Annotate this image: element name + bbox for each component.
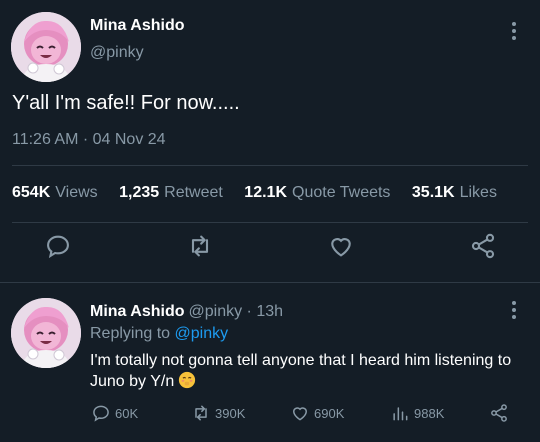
reply-action-reply[interactable]: 60K — [91, 402, 138, 424]
like-icon — [292, 407, 308, 421]
stat-likes[interactable]: 35.1K Likes — [412, 184, 497, 202]
reply-header: Mina Ashido @pinky · 13h — [90, 303, 283, 321]
retweet-icon[interactable] — [186, 232, 214, 260]
author-name[interactable]: Mina Ashido — [90, 17, 185, 35]
stat-retweets[interactable]: 1,235 Retweet — [119, 184, 223, 202]
avatar-image — [11, 298, 81, 368]
author-handle[interactable]: @pinky — [90, 44, 144, 62]
reply-text: I'm totally not gonna tell anyone that I… — [90, 352, 512, 390]
divider — [12, 165, 528, 166]
avatar[interactable] — [11, 12, 81, 82]
tweet-timestamp[interactable]: 11:26 AM · 04 Nov 24 — [12, 131, 166, 149]
share-icon[interactable] — [469, 232, 497, 260]
reply-action-retweet[interactable]: 390K — [191, 402, 245, 424]
reply-action-views[interactable]: 988K — [390, 402, 444, 424]
reply-avatar[interactable] — [11, 298, 81, 368]
stat-quote-tweets[interactable]: 12.1K Quote Tweets — [244, 184, 390, 202]
reply-action-share[interactable] — [489, 402, 513, 424]
tweet-stats: 654K Views 1,235 Retweet 12.1K Quote Tweets… — [12, 184, 514, 202]
tweet-actions — [0, 232, 540, 268]
avatar-image — [11, 12, 81, 82]
retweet-icon — [195, 405, 207, 421]
reply-icon[interactable] — [44, 232, 72, 260]
stat-views[interactable]: 654K Views — [12, 184, 98, 202]
more-options-icon[interactable] — [506, 22, 522, 44]
reply-handle-time[interactable]: @pinky · 13h — [189, 303, 284, 320]
divider — [12, 222, 528, 223]
reply-action-like[interactable]: 690K — [290, 402, 344, 424]
share-icon — [491, 404, 507, 422]
views-icon — [393, 407, 408, 421]
more-options-icon[interactable] — [506, 301, 522, 323]
reply-author-name[interactable]: Mina Ashido — [90, 303, 185, 320]
divider — [0, 282, 540, 283]
reply-icon — [93, 405, 109, 422]
reply-actions: 60K 390K 690K 988K — [0, 402, 540, 426]
replying-to-mention[interactable]: @pinky — [175, 325, 229, 342]
like-icon[interactable] — [327, 232, 355, 260]
replying-to: Replying to @pinky — [90, 325, 229, 342]
main-tweet: Mina Ashido @pinky Y'all I'm safe!! For … — [0, 0, 540, 282]
blushing-giggle-emoji — [178, 371, 196, 389]
tweet-text: Y'all I'm safe!! For now..... — [12, 92, 240, 114]
